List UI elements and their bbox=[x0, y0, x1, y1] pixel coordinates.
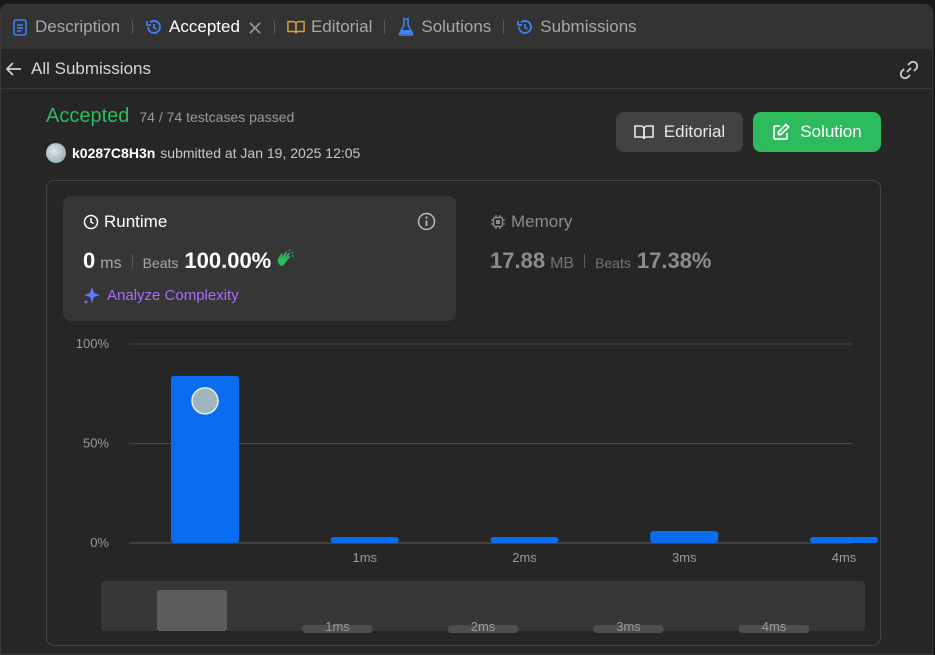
tab-description[interactable]: Description bbox=[7, 5, 124, 49]
submission-status: Accepted 74 / 74 testcases passed bbox=[46, 105, 294, 128]
tab-label: Accepted bbox=[169, 17, 240, 36]
x-tick-label: 2ms bbox=[512, 550, 537, 565]
chart-bar-2[interactable] bbox=[490, 537, 559, 543]
overview-tick-label: 1ms bbox=[325, 619, 350, 634]
status-accepted: Accepted bbox=[46, 105, 130, 127]
description-icon bbox=[11, 18, 29, 36]
overview-tick-label: 4ms bbox=[762, 619, 787, 634]
y-tick-label: 100% bbox=[76, 336, 110, 351]
user-avatar-marker bbox=[191, 387, 219, 415]
avatar[interactable] bbox=[46, 143, 66, 163]
tab-divider bbox=[132, 20, 134, 34]
overview-tick-label: 2ms bbox=[471, 619, 496, 634]
submitted-time: submitted at Jan 19, 2025 12:05 bbox=[160, 145, 361, 161]
x-tick-label: 3ms bbox=[672, 550, 697, 565]
tab-label: Solutions bbox=[421, 17, 492, 36]
y-tick-label: 50% bbox=[83, 436, 109, 451]
tab-label: Editorial bbox=[310, 17, 373, 36]
overview-tick-label: 3ms bbox=[616, 619, 641, 634]
tab-divider bbox=[273, 20, 275, 34]
tab-label: Description bbox=[35, 17, 121, 36]
tab-editorial[interactable]: Editorial bbox=[283, 5, 376, 49]
book-icon bbox=[633, 125, 654, 140]
close-icon[interactable] bbox=[248, 20, 262, 34]
tab-bar: Description Accepted Editorial Solutions bbox=[1, 5, 932, 49]
username-link[interactable]: k0287C8H3n bbox=[72, 145, 155, 161]
y-tick-label: 0% bbox=[90, 535, 109, 550]
submission-meta: k0287C8H3n submitted at Jan 19, 2025 12:… bbox=[46, 143, 360, 163]
editorial-button-label: Editorial bbox=[663, 122, 726, 141]
submission-header: All Submissions bbox=[1, 49, 932, 89]
submission-panel: Description Accepted Editorial Solutions bbox=[0, 4, 933, 655]
edit-icon bbox=[773, 123, 790, 140]
tab-divider bbox=[384, 20, 386, 34]
link-icon[interactable] bbox=[898, 59, 920, 81]
tab-divider bbox=[503, 20, 505, 34]
chart-bar-3[interactable] bbox=[650, 531, 719, 543]
solution-button[interactable]: Solution bbox=[753, 112, 881, 152]
x-tick-label: 4ms bbox=[832, 550, 857, 565]
arrow-left-icon[interactable] bbox=[5, 60, 23, 78]
book-icon bbox=[287, 18, 305, 36]
tab-submissions[interactable]: Submissions bbox=[512, 5, 640, 49]
all-submissions-link[interactable]: All Submissions bbox=[31, 59, 151, 79]
history-icon bbox=[145, 18, 163, 36]
flask-icon bbox=[397, 18, 415, 36]
history-icon bbox=[516, 18, 534, 36]
tab-label: Submissions bbox=[540, 17, 637, 36]
chart-bar-1[interactable] bbox=[330, 537, 399, 543]
range-selector-handle[interactable] bbox=[157, 590, 227, 631]
testcases-passed: 74 / 74 testcases passed bbox=[139, 109, 295, 125]
solution-button-label: Solution bbox=[800, 122, 862, 141]
performance-card: Runtime 0 ms Beats 100.00% Analyze Compl… bbox=[46, 180, 881, 646]
chart-bar-4[interactable] bbox=[810, 537, 878, 543]
tab-solutions[interactable]: Solutions bbox=[393, 5, 495, 49]
runtime-distribution-chart: 0% 50% 100% 1ms 2ms 3ms 4ms 1ms 2ms 3ms 4ms bbox=[76, 336, 878, 634]
tab-accepted[interactable]: Accepted bbox=[141, 5, 266, 49]
editorial-button[interactable]: Editorial bbox=[616, 112, 743, 152]
x-tick-label: 1ms bbox=[352, 550, 377, 565]
